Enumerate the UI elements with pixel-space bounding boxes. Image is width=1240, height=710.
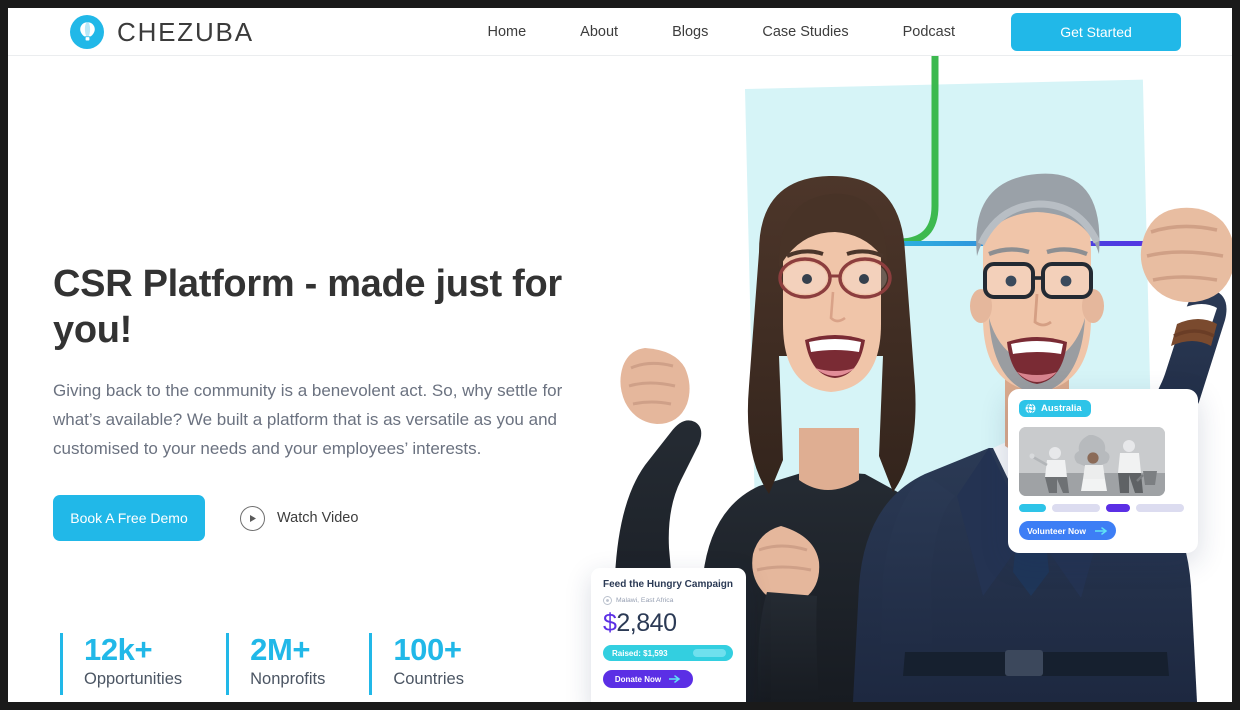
globe-icon: [1025, 403, 1036, 414]
amount-value: 2,840: [616, 609, 677, 637]
donate-now-button[interactable]: Donate Now: [603, 670, 693, 688]
arrow-right-icon: [1094, 526, 1108, 535]
arrow-right-icon: [669, 675, 681, 683]
hero-subtitle: Giving back to the community is a benevo…: [53, 380, 563, 459]
play-icon: [240, 505, 265, 531]
pill-gray-2: [1136, 504, 1184, 512]
watch-video-label: Watch Video: [277, 510, 359, 527]
map-pin-icon: [603, 596, 612, 605]
brand-logo[interactable]: CHEZUBA: [70, 14, 254, 49]
hero-copy: CSR Platform - made just for you! Giving…: [53, 261, 583, 542]
volunteer-photo-tree-planting: [1019, 427, 1165, 496]
campaign-location: Malawi, East Africa: [603, 596, 734, 605]
pill-cyan: [1019, 504, 1046, 512]
volunteer-now-label: Volunteer Now: [1027, 525, 1086, 536]
pill-purple: [1106, 504, 1130, 512]
stat-label: Opportunities: [84, 670, 183, 689]
brand-name: CHEZUBA: [117, 16, 254, 47]
hero-visual: Australia Volunteer Now Feed the Hungry …: [553, 56, 1232, 702]
stat-label: Countries: [393, 670, 464, 689]
stat-value: 100+: [393, 632, 462, 667]
stat-label: Nonprofits: [250, 670, 326, 689]
campaign-title: Feed the Hungry Campaign: [603, 579, 734, 590]
main-nav: Home About Blogs Case Studies Podcast Ge…: [460, 12, 1181, 51]
currency-symbol: $: [603, 609, 617, 637]
volunteer-placeholder-pills: [1019, 504, 1187, 512]
stat-value: 2M+: [250, 632, 311, 667]
volunteer-now-button[interactable]: Volunteer Now: [1019, 521, 1116, 540]
progress-remainder: [693, 649, 726, 657]
volunteer-card[interactable]: Australia Volunteer Now: [1008, 389, 1198, 553]
pill-gray-1: [1052, 504, 1100, 512]
stat-divider: [60, 633, 63, 695]
hot-air-balloon-icon: [70, 14, 104, 49]
watch-video-button[interactable]: Watch Video: [240, 505, 359, 531]
book-demo-button[interactable]: Book A Free Demo: [53, 495, 205, 542]
page-title: CSR Platform - made just for you!: [53, 263, 562, 352]
nav-item-blogs[interactable]: Blogs: [645, 24, 735, 40]
page-frame: CHEZUBA Home About Blogs Case Studies Po…: [8, 8, 1232, 702]
campaign-location-label: Malawi, East Africa: [616, 597, 674, 604]
nav-item-podcast[interactable]: Podcast: [876, 24, 982, 40]
stat-divider: [369, 633, 373, 695]
raised-label: Raised: $1,593: [612, 648, 668, 658]
stats-row: 12k+ Opportunities 2M+ Nonprofits 100+ C…: [60, 633, 508, 695]
hero-cta-row: Book A Free Demo Watch Video: [53, 495, 583, 542]
donate-now-label: Donate Now: [614, 674, 662, 684]
nav-item-case-studies[interactable]: Case Studies: [735, 24, 875, 40]
nav-item-about[interactable]: About: [553, 24, 645, 40]
stat-value: 12k+: [84, 632, 153, 667]
stat-opportunities: 12k+ Opportunities: [60, 633, 226, 695]
campaign-card[interactable]: Feed the Hungry Campaign Malawi, East Af…: [591, 568, 746, 702]
campaign-amount: $2,840: [603, 611, 734, 636]
site-header: CHEZUBA Home About Blogs Case Studies Po…: [8, 8, 1232, 56]
campaign-progress-bar: Raised: $1,593: [603, 645, 733, 661]
country-badge: Australia: [1019, 400, 1091, 417]
get-started-button[interactable]: Get Started: [1011, 12, 1181, 51]
stat-divider: [226, 633, 230, 695]
stat-countries: 100+ Countries: [369, 633, 508, 695]
nav-item-home[interactable]: Home: [460, 24, 553, 40]
stat-nonprofits: 2M+ Nonprofits: [226, 633, 369, 695]
country-badge-label: Australia: [1041, 403, 1082, 414]
